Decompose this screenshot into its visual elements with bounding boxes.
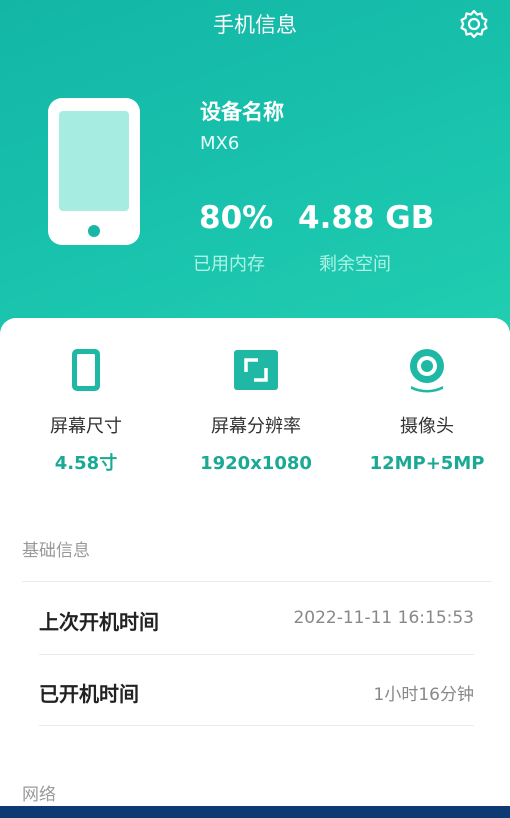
content-sheet: 屏幕尺寸 4.58寸 屏幕分辨率 1920x1080 摄像头 12MP+5MP …	[0, 318, 510, 818]
free-space-value: 4.88 GB	[298, 200, 435, 236]
row-value: 1小时16分钟	[373, 685, 474, 705]
gear-icon[interactable]	[458, 8, 490, 40]
row-value: 2022-11-11 16:15:53	[293, 608, 474, 628]
spec-screen-size: 屏幕尺寸 4.58寸	[1, 345, 171, 477]
section-title-basic: 基础信息	[22, 541, 90, 561]
divider	[22, 581, 492, 582]
spec-value: 1920x1080	[200, 453, 312, 474]
device-name-label: 设备名称	[200, 100, 284, 124]
spec-value: 4.58寸	[54, 453, 118, 474]
spec-camera: 摄像头 12MP+5MP	[342, 345, 510, 477]
spec-label: 屏幕尺寸	[50, 416, 122, 437]
bottom-bar	[0, 806, 510, 818]
row-label: 上次开机时间	[39, 610, 159, 634]
spec-label: 摄像头	[400, 416, 454, 437]
divider	[39, 725, 474, 726]
phone-icon	[72, 349, 100, 391]
phone-illustration-icon	[48, 98, 140, 245]
divider	[39, 654, 474, 655]
memory-used-caption: 已用内存	[193, 254, 265, 275]
spec-screen-resolution: 屏幕分辨率 1920x1080	[171, 345, 341, 477]
memory-used-value: 80%	[199, 200, 274, 236]
camera-icon	[410, 349, 444, 393]
row-label: 已开机时间	[39, 682, 139, 706]
screen-resolution-icon	[234, 350, 278, 390]
spec-label: 屏幕分辨率	[211, 416, 301, 437]
header-banner: 手机信息 设备名称 MX6 80% 已用内存 4.88 GB 剩余空间	[0, 0, 510, 350]
device-name-value: MX6	[200, 133, 240, 154]
page-title: 手机信息	[213, 13, 297, 37]
spec-value: 12MP+5MP	[369, 453, 485, 474]
section-title-network: 网络	[22, 785, 56, 805]
free-space-caption: 剩余空间	[319, 254, 391, 275]
